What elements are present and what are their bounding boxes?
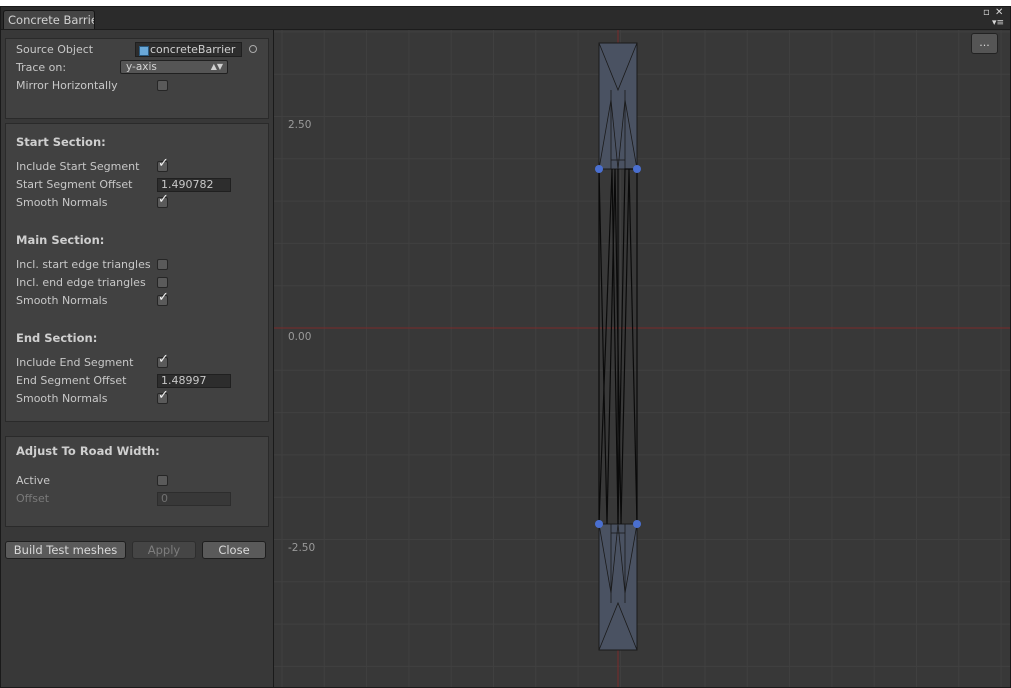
maximize-icon[interactable]: ▫ bbox=[983, 8, 990, 18]
window-tab[interactable]: Concrete Barrier bbox=[3, 10, 95, 29]
dropdown-arrow-icon: ▲▼ bbox=[210, 62, 223, 71]
start-smooth-label: Smooth Normals bbox=[16, 196, 108, 209]
end-section-heading: End Section: bbox=[16, 331, 98, 345]
source-object-field[interactable]: concreteBarrier bbox=[135, 42, 242, 57]
start-offset-label: Start Segment Offset bbox=[16, 178, 133, 191]
close-icon[interactable]: ✕ bbox=[995, 8, 1003, 18]
check-icon: ✓ bbox=[158, 388, 169, 403]
object-picker-icon[interactable] bbox=[249, 45, 257, 53]
menu-icon[interactable]: ▾≡ bbox=[992, 18, 1004, 28]
handle-point bbox=[633, 165, 641, 173]
end-edge-checkbox[interactable] bbox=[157, 277, 168, 288]
start-segment-mesh bbox=[598, 42, 638, 170]
end-smooth-checkbox[interactable]: ✓ bbox=[157, 389, 169, 404]
include-end-label: Include End Segment bbox=[16, 356, 134, 369]
preview-grid bbox=[274, 30, 1010, 687]
apply-button[interactable]: Apply bbox=[132, 541, 196, 559]
start-smooth-checkbox[interactable]: ✓ bbox=[157, 193, 169, 208]
main-smooth-label: Smooth Normals bbox=[16, 294, 108, 307]
end-segment-mesh bbox=[598, 523, 638, 651]
axis-label: 2.50 bbox=[288, 119, 311, 131]
axis-label-group: 2.50 0.00 -2.50 bbox=[288, 119, 315, 554]
tab-bar: Concrete Barrier ▫ ✕ ▾≡ bbox=[1, 7, 1010, 30]
source-object-value: concreteBarrier bbox=[150, 43, 236, 56]
end-offset-label: End Segment Offset bbox=[16, 374, 127, 387]
source-object-label: Source Object bbox=[16, 43, 94, 56]
close-button[interactable]: Close bbox=[202, 541, 266, 559]
barrier-mesh bbox=[595, 42, 641, 651]
axis-label: 0.00 bbox=[288, 331, 311, 343]
start-section-heading: Start Section: bbox=[16, 135, 106, 149]
trace-on-label: Trace on: bbox=[16, 61, 67, 74]
active-checkbox[interactable] bbox=[157, 475, 168, 486]
include-start-checkbox[interactable]: ✓ bbox=[157, 157, 169, 172]
check-icon: ✓ bbox=[158, 192, 169, 207]
include-end-checkbox[interactable]: ✓ bbox=[157, 353, 169, 368]
sections-group: Start Section: Include Start Segment ✓ S… bbox=[5, 123, 269, 422]
end-offset-field[interactable]: 1.48997 bbox=[157, 374, 231, 388]
main-section-wireframe bbox=[598, 168, 638, 525]
mirror-label: Mirror Horizontally bbox=[16, 79, 118, 92]
active-label: Active bbox=[16, 474, 51, 487]
check-icon: ✓ bbox=[158, 352, 169, 367]
check-icon: ✓ bbox=[158, 156, 169, 171]
mirror-checkbox[interactable] bbox=[157, 80, 168, 91]
main-section-heading: Main Section: bbox=[16, 233, 105, 247]
end-edge-label: Incl. end edge triangles bbox=[16, 276, 146, 289]
road-width-group: Adjust To Road Width: Active Offset 0 bbox=[5, 436, 269, 527]
road-offset-label: Offset bbox=[16, 492, 50, 505]
check-icon: ✓ bbox=[158, 290, 169, 305]
start-offset-field[interactable]: 1.490782 bbox=[157, 178, 231, 192]
editor-window: Concrete Barrier ▫ ✕ ▾≡ Source Object co… bbox=[0, 6, 1011, 688]
build-test-meshes-button[interactable]: Build Test meshes bbox=[5, 541, 126, 559]
more-options-button[interactable]: ... bbox=[971, 33, 998, 54]
preview-canvas: 2.50 0.00 -2.50 bbox=[274, 30, 1010, 687]
handle-point bbox=[633, 520, 641, 528]
handle-point bbox=[595, 165, 603, 173]
handle-point bbox=[595, 520, 603, 528]
axis-label: -2.50 bbox=[288, 542, 315, 554]
main-smooth-checkbox[interactable]: ✓ bbox=[157, 291, 169, 306]
mesh-preview[interactable]: 2.50 0.00 -2.50 ... bbox=[274, 30, 1010, 687]
prefab-icon bbox=[139, 46, 149, 56]
end-smooth-label: Smooth Normals bbox=[16, 392, 108, 405]
road-width-heading: Adjust To Road Width: bbox=[16, 444, 160, 458]
trace-on-dropdown[interactable]: y-axis ▲▼ bbox=[120, 60, 228, 74]
road-offset-field[interactable]: 0 bbox=[157, 492, 231, 506]
start-edge-label: Incl. start edge triangles bbox=[16, 258, 151, 271]
settings-panel: Source Object concreteBarrier Trace on: … bbox=[1, 30, 274, 687]
trace-on-value: y-axis bbox=[126, 61, 157, 73]
start-edge-checkbox[interactable] bbox=[157, 259, 168, 270]
include-start-label: Include Start Segment bbox=[16, 160, 140, 173]
source-group: Source Object concreteBarrier Trace on: … bbox=[5, 38, 269, 119]
